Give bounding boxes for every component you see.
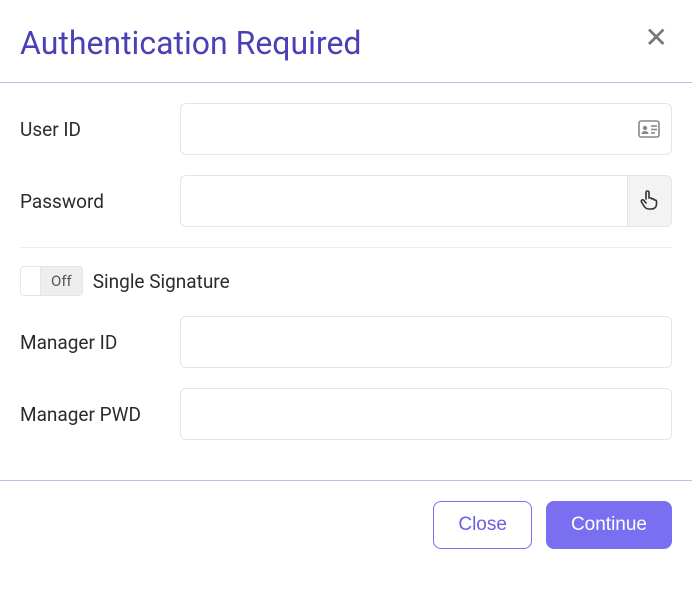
modal-title: Authentication Required xyxy=(20,24,361,62)
manager-id-input-wrap xyxy=(180,316,672,368)
single-signature-toggle[interactable]: Off xyxy=(20,266,83,296)
user-id-input-wrap xyxy=(180,103,672,155)
hand-pointer-icon xyxy=(639,188,659,214)
close-icon[interactable]: ✕ xyxy=(641,24,672,52)
manager-pwd-row: Manager PWD xyxy=(20,388,672,440)
single-signature-label: Single Signature xyxy=(93,270,230,293)
modal-body: User ID Password xyxy=(0,83,692,480)
close-button[interactable]: Close xyxy=(433,501,532,549)
toggle-state-label: Off xyxy=(41,267,82,295)
manager-id-label: Manager ID xyxy=(20,331,180,354)
user-id-label: User ID xyxy=(20,118,180,141)
continue-button[interactable]: Continue xyxy=(546,501,672,549)
toggle-knob xyxy=(21,267,41,295)
manager-pwd-input-wrap xyxy=(180,388,672,440)
password-action-button[interactable] xyxy=(627,175,672,227)
id-card-icon xyxy=(638,120,660,138)
password-row: Password xyxy=(20,175,672,227)
user-id-input[interactable] xyxy=(180,103,672,155)
password-input-wrap xyxy=(180,175,672,227)
modal-header: Authentication Required ✕ xyxy=(0,0,692,83)
section-divider xyxy=(20,247,672,248)
manager-pwd-input[interactable] xyxy=(180,388,672,440)
modal-footer: Close Continue xyxy=(0,480,692,569)
single-signature-row: Off Single Signature xyxy=(20,266,672,296)
user-id-row: User ID xyxy=(20,103,672,155)
manager-pwd-label: Manager PWD xyxy=(20,403,180,426)
manager-id-row: Manager ID xyxy=(20,316,672,368)
password-label: Password xyxy=(20,190,180,213)
authentication-modal: Authentication Required ✕ User ID xyxy=(0,0,692,613)
password-input[interactable] xyxy=(180,175,627,227)
manager-id-input[interactable] xyxy=(180,316,672,368)
